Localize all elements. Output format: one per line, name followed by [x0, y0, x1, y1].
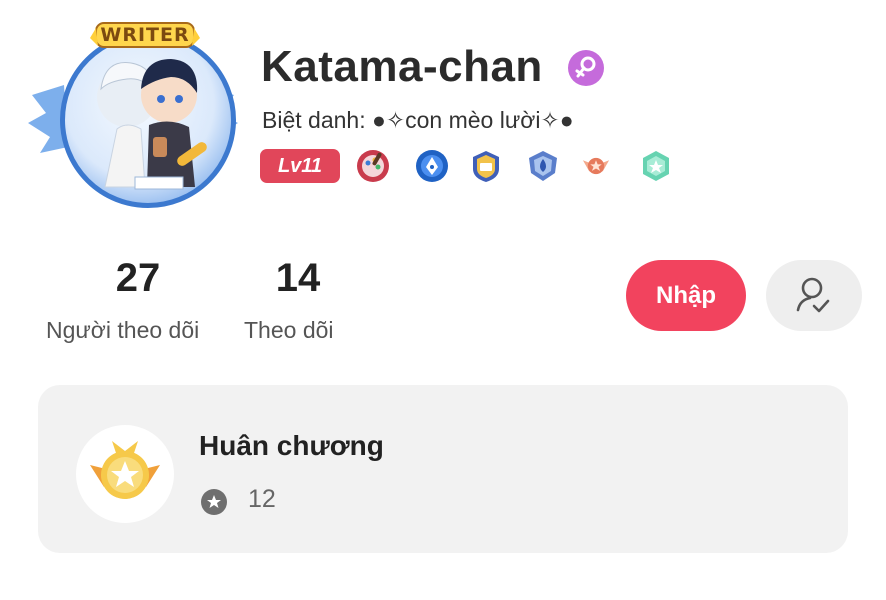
medals-title: Huân chương — [199, 430, 384, 461]
achievement-badges: Lv11 — [260, 149, 680, 183]
level-badge[interactable]: Lv11 — [260, 149, 340, 183]
gold-star-medal-icon — [76, 425, 174, 523]
writer-badge-label: WRITER — [100, 24, 190, 46]
medals-card[interactable]: Huân chương 12 — [38, 385, 848, 553]
followers-label[interactable]: Người theo dõi — [46, 317, 199, 344]
pen-nib-medal-icon[interactable] — [414, 149, 450, 183]
username: Katama-chan — [261, 42, 543, 91]
followers-count[interactable]: 27 — [108, 256, 168, 301]
following-label[interactable]: Theo dõi — [244, 317, 334, 344]
winged-bronze-medal-icon[interactable] — [578, 149, 614, 183]
user-check-icon — [796, 277, 830, 313]
palette-medal-icon[interactable] — [355, 149, 391, 183]
following-count[interactable]: 14 — [268, 256, 328, 301]
enter-button[interactable]: Nhập — [626, 260, 746, 331]
star-count-icon — [201, 489, 227, 515]
follow-button[interactable] — [766, 260, 862, 331]
nickname: Biệt danh: ●✧con mèo lười✧● — [262, 107, 574, 133]
green-star-medal-icon[interactable] — [638, 149, 674, 183]
avatar-illustration — [97, 59, 207, 190]
writer-badge: WRITER — [86, 20, 204, 50]
medals-count: 12 — [248, 485, 276, 513]
book-shield-medal-icon[interactable] — [468, 149, 504, 183]
avatar-frame[interactable]: WRITER — [28, 20, 238, 216]
female-symbol-icon — [568, 50, 604, 86]
droplet-shield-medal-icon[interactable] — [525, 149, 561, 183]
avatar[interactable] — [60, 32, 236, 208]
